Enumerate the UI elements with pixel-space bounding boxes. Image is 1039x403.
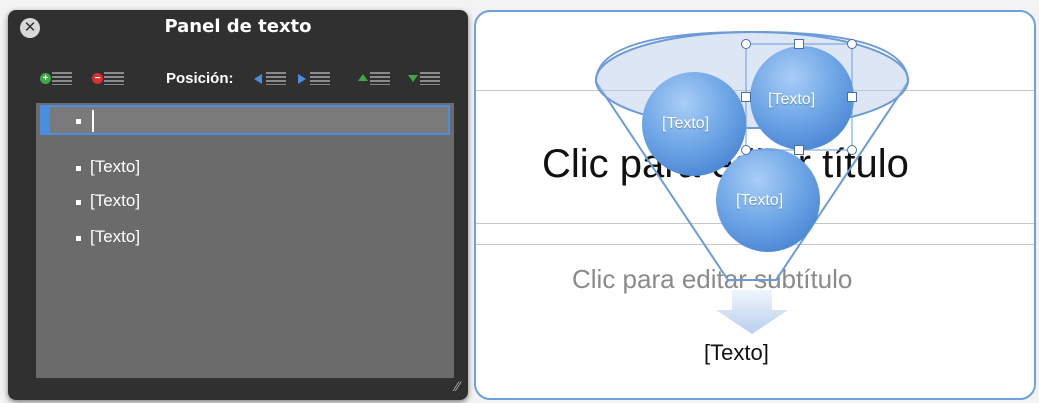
arrow-left-icon <box>254 74 262 84</box>
arrow-down-icon <box>408 75 418 82</box>
arrow-right-icon <box>298 74 306 84</box>
list-item[interactable]: [Texto] <box>36 153 454 185</box>
lines-icon <box>266 72 286 85</box>
resize-handle[interactable] <box>741 92 751 102</box>
move-up-button[interactable] <box>358 68 392 90</box>
minus-icon: − <box>92 73 103 84</box>
funnel-result-label[interactable]: [Texto] <box>704 340 769 366</box>
promote-button[interactable] <box>254 68 288 90</box>
slide-canvas[interactable]: Clic para editar título Clic para editar… <box>474 10 1036 400</box>
text-panel: ✕ Panel de texto + − Posición: [Texto] [… <box>8 10 468 400</box>
arrow-up-icon <box>358 74 368 81</box>
add-bullet-button[interactable]: + <box>40 68 80 90</box>
resize-handle[interactable] <box>794 39 804 49</box>
row-handle[interactable] <box>40 107 50 133</box>
resize-handle[interactable] <box>847 39 857 49</box>
panel-title: Panel de texto <box>164 16 312 37</box>
funnel-rim <box>595 31 909 129</box>
resize-handle[interactable] <box>741 145 751 155</box>
bullet-icon <box>76 166 81 171</box>
list-item[interactable]: [Texto] <box>36 223 454 255</box>
bullet-icon <box>76 200 81 205</box>
outline-list: [Texto] [Texto] [Texto] <box>36 103 454 378</box>
bullet-icon <box>76 119 81 124</box>
list-item-text[interactable]: [Texto] <box>90 191 140 211</box>
bullet-icon <box>76 236 81 241</box>
plus-icon: + <box>40 73 51 84</box>
lines-icon <box>420 72 440 85</box>
selected-row-highlight <box>40 105 450 135</box>
list-item-text[interactable]: [Texto] <box>90 157 140 177</box>
lines-icon <box>104 72 124 85</box>
sphere-bottom-label[interactable]: [Texto] <box>736 192 783 210</box>
list-item-text[interactable]: [Texto] <box>90 227 140 247</box>
remove-bullet-button[interactable]: − <box>92 68 132 90</box>
list-item[interactable] <box>36 103 454 135</box>
text-caret <box>92 110 94 132</box>
resize-handle[interactable] <box>847 145 857 155</box>
list-item[interactable]: [Texto] <box>36 187 454 219</box>
sphere-right-label[interactable]: [Texto] <box>768 91 815 109</box>
demote-button[interactable] <box>298 68 332 90</box>
position-label: Posición: <box>166 70 234 87</box>
lines-icon <box>52 72 72 85</box>
lines-icon <box>370 72 390 85</box>
resize-handle[interactable] <box>847 92 857 102</box>
down-arrow-icon <box>716 290 788 334</box>
resize-grip-icon[interactable]: ⁄⁄ <box>455 378 460 394</box>
sphere-left-label[interactable]: [Texto] <box>662 115 709 133</box>
lines-icon <box>310 72 330 85</box>
resize-handle[interactable] <box>794 145 804 155</box>
resize-handle[interactable] <box>741 39 751 49</box>
move-down-button[interactable] <box>408 68 442 90</box>
